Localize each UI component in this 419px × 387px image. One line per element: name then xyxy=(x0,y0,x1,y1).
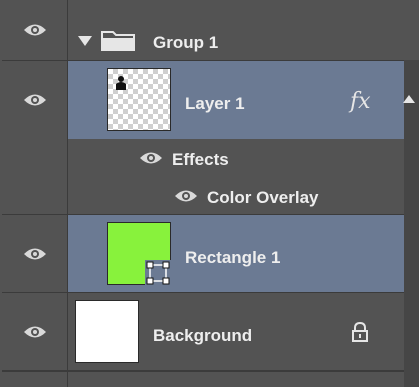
effects-row[interactable]: Effects xyxy=(2,139,406,177)
shape-vector-icon xyxy=(145,260,171,286)
eye-icon xyxy=(23,24,46,36)
scrollbar[interactable] xyxy=(404,60,419,387)
layer-row-background[interactable]: Background xyxy=(2,293,406,371)
folder-icon xyxy=(101,31,135,51)
eye-column-spacer xyxy=(2,372,68,387)
color-overlay-row[interactable]: Color Overlay xyxy=(2,177,406,215)
fx-icon[interactable]: fx xyxy=(350,89,371,114)
layer-name-background: Background xyxy=(153,326,253,345)
figure-icon xyxy=(116,76,126,90)
eye-icon xyxy=(23,94,46,106)
eye-icon xyxy=(23,248,46,259)
effects-label: Effects xyxy=(172,150,229,169)
scroll-up-arrow-icon[interactable] xyxy=(403,95,415,103)
layer-row-group[interactable]: Group 1 xyxy=(2,0,406,61)
eye-column-spacer xyxy=(2,139,68,177)
eye-icon xyxy=(23,326,46,337)
layer-row-rectangle[interactable]: Rectangle 1 xyxy=(2,215,406,293)
layer-thumbnail xyxy=(107,68,171,131)
layer-name-layer1: Layer 1 xyxy=(185,94,245,113)
eye-column-spacer xyxy=(2,177,68,214)
layer-name-rectangle: Rectangle 1 xyxy=(185,248,281,267)
eye-icon[interactable] xyxy=(174,188,198,204)
color-overlay-label: Color Overlay xyxy=(207,188,319,207)
layer-name-group: Group 1 xyxy=(153,33,219,52)
visibility-toggle[interactable] xyxy=(2,61,68,139)
visibility-toggle[interactable] xyxy=(2,0,68,60)
visibility-toggle[interactable] xyxy=(2,293,68,370)
panel-footer xyxy=(2,371,406,387)
layer-thumbnail xyxy=(75,300,139,363)
triangle-down-icon[interactable] xyxy=(78,36,92,46)
lock-icon[interactable] xyxy=(351,322,369,342)
layers-panel: Group 1 Layer 1 fx Effects Color Overlay… xyxy=(2,0,419,387)
visibility-toggle[interactable] xyxy=(2,215,68,292)
eye-icon[interactable] xyxy=(139,150,163,166)
layer-row-layer1[interactable]: Layer 1 fx xyxy=(2,61,406,139)
